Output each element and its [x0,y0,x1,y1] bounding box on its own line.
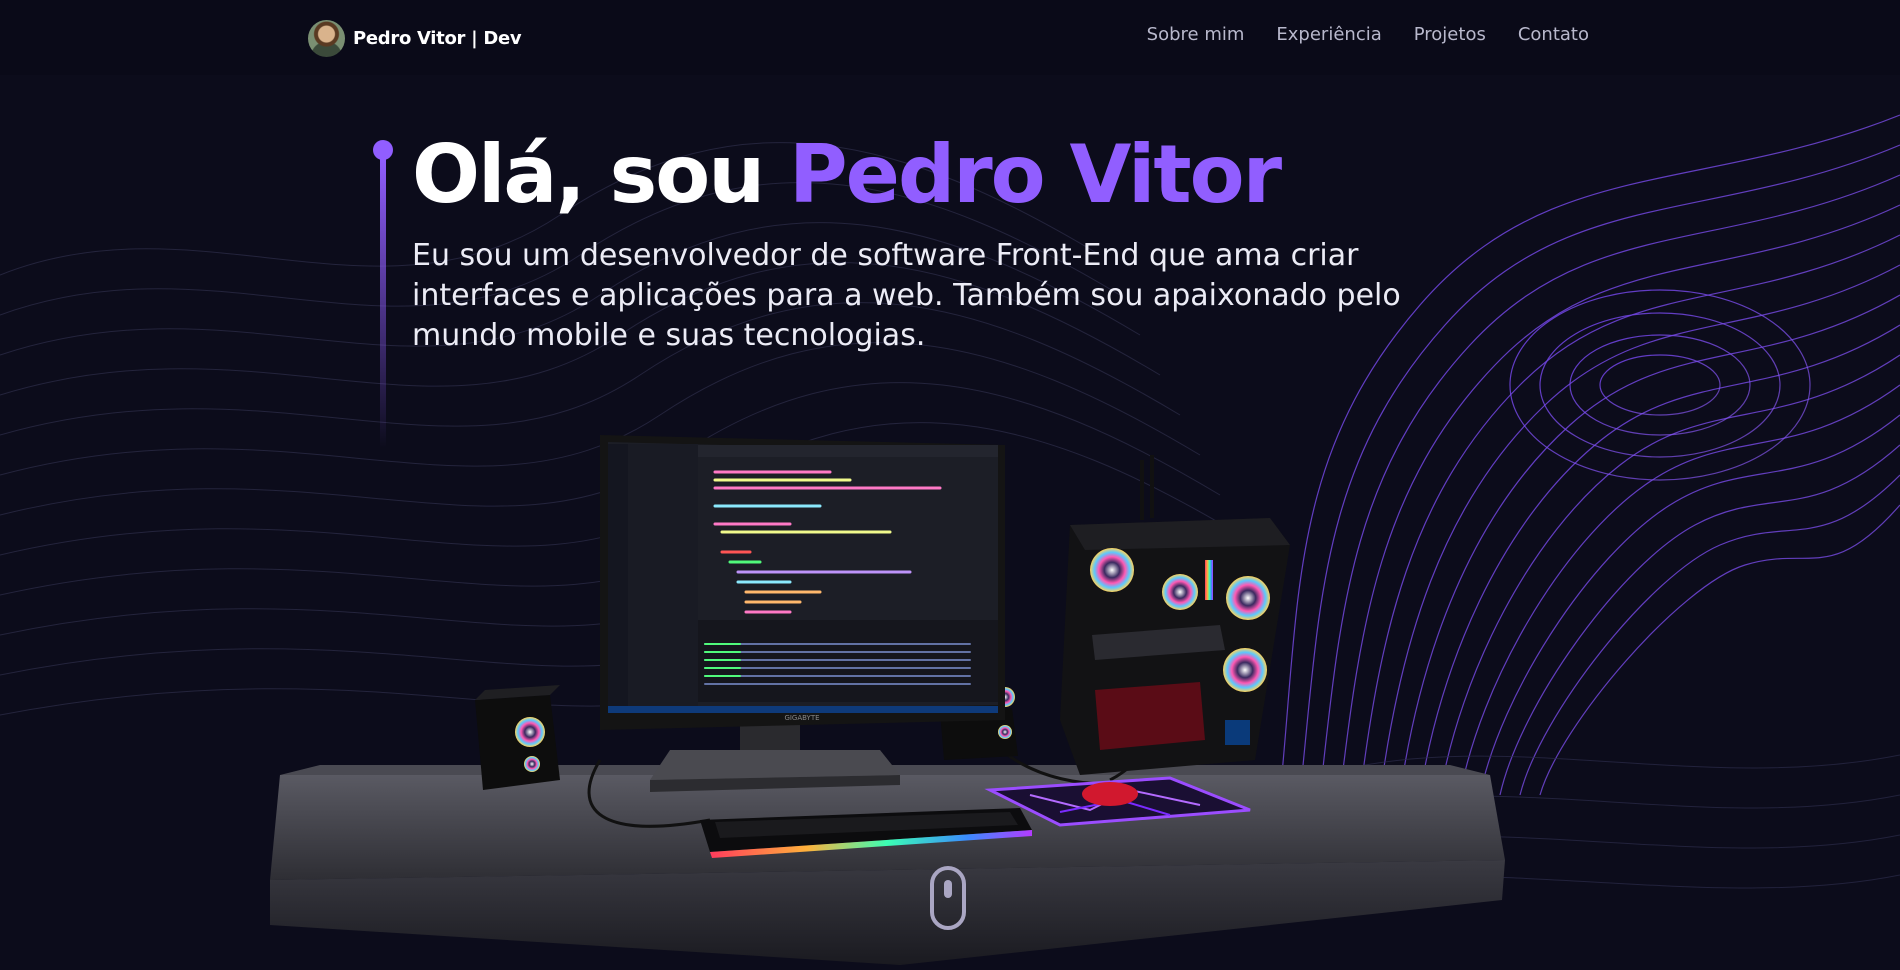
nav-link-contato[interactable]: Contato [1518,24,1589,45]
brand-name: Pedro Vitor | Dev [353,27,522,49]
timeline-dot [373,140,393,160]
monitor-brand: GIGABYTE [784,714,819,722]
desk [270,765,1505,965]
mouse-scroll-icon[interactable] [930,866,966,930]
desk-setup-3d[interactable]: GIGABYTE [270,420,1510,970]
nav-link-sobre-mim[interactable]: Sobre mim [1147,24,1245,45]
scroll-dot [944,880,952,898]
nav-link-experiencia[interactable]: Experiência [1276,24,1381,45]
avatar [308,19,345,57]
hero-name: Pedro Vitor [789,128,1282,221]
top-navbar: Pedro Vitor | Dev Sobre mim Experiência … [0,0,1900,75]
left-speaker [475,685,560,790]
mouse [1082,782,1138,806]
nav-links: Sobre mim Experiência Projetos Contato [1147,24,1589,45]
brand-link[interactable]: Pedro Vitor | Dev [308,19,522,57]
hero-subtitle: Eu sou um desenvolvedor de software Fron… [412,238,1401,353]
timeline-line [380,158,386,448]
hero-greeting: Olá, sou [412,128,790,221]
nav-link-projetos[interactable]: Projetos [1414,24,1486,45]
pc-tower [1060,455,1290,775]
monitor: GIGABYTE [600,435,1005,730]
hero-title: Olá, sou Pedro Vitor [412,128,1282,221]
portfolio-page: Pedro Vitor | Dev Sobre mim Experiência … [0,0,1900,970]
